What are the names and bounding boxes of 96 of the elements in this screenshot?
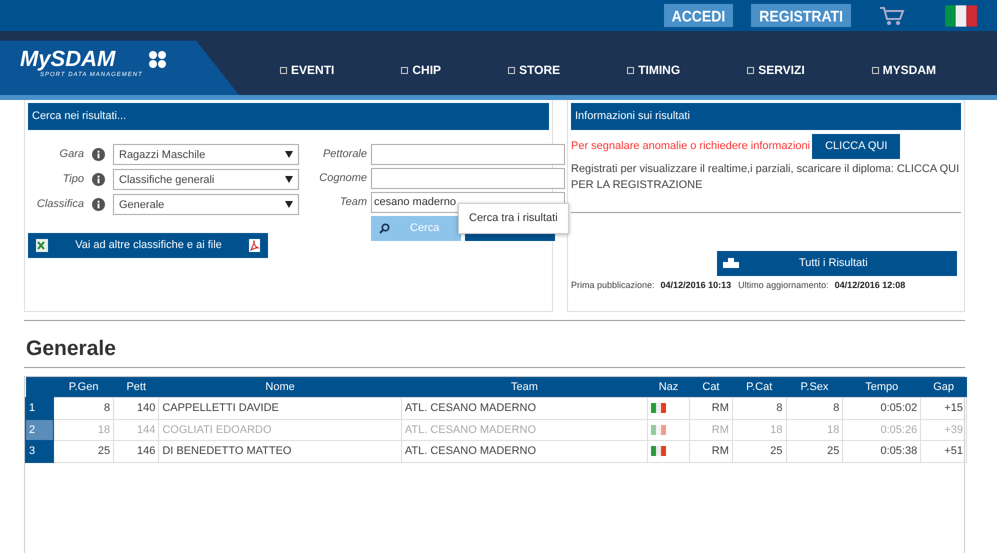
report-button[interactable]: CLICCA QUI bbox=[812, 134, 900, 158]
table-cell: 0:05:38 bbox=[842, 440, 921, 462]
nav-item[interactable]: STORE bbox=[502, 60, 566, 80]
column-header: Pett bbox=[114, 376, 159, 398]
nav-item[interactable]: TIMING bbox=[621, 60, 686, 80]
table-cell: 0:05:26 bbox=[842, 419, 921, 440]
panel-header: Informazioni sui risultati bbox=[571, 103, 961, 130]
table-cell: 0:05:02 bbox=[842, 398, 921, 419]
table-cell: DI BENEDETTO MATTEO bbox=[158, 440, 402, 462]
search-icon bbox=[379, 222, 390, 234]
cart-icon[interactable] bbox=[879, 6, 905, 26]
date-text: 04/12/2016 10:13 bbox=[660, 278, 732, 292]
field-label: Pettorale bbox=[322, 146, 367, 162]
column-header: Team bbox=[401, 376, 648, 398]
table-cell: 8 bbox=[54, 398, 114, 419]
field-label: Team bbox=[338, 194, 367, 210]
info-icon bbox=[92, 198, 105, 210]
field-label: Cognome bbox=[318, 170, 367, 186]
spreadsheet-icon bbox=[36, 238, 48, 252]
date-label: Prima pubblicazione: bbox=[571, 278, 655, 292]
select-field[interactable]: Ragazzi Maschile bbox=[113, 144, 299, 164]
table-cell: +15 bbox=[920, 398, 966, 419]
column-header: Naz bbox=[648, 376, 690, 398]
files-button[interactable]: Vai ad altre classifiche e ai file bbox=[28, 232, 268, 258]
table-cell: ATL. CESANO MADERNO bbox=[401, 398, 648, 419]
flag-icon[interactable] bbox=[945, 4, 977, 26]
nav-item[interactable]: CHIP bbox=[395, 60, 448, 80]
select-field[interactable]: Classifiche generali bbox=[113, 168, 299, 190]
checkbox-icon bbox=[747, 66, 754, 74]
checkbox-icon bbox=[627, 66, 634, 74]
table-row[interactable]: 1 8 140 CAPPELLETTI DAVIDE ATL. CESANO MADERNO RM 8 8 0:05:02 +15 bbox=[26, 398, 966, 419]
table-cell: RM bbox=[689, 398, 732, 419]
input-field[interactable] bbox=[371, 168, 565, 188]
date-label: Ultimo aggiornamento: bbox=[738, 278, 829, 292]
caret-icon bbox=[285, 200, 293, 208]
tooltip: Cerca tra i risultati bbox=[458, 203, 569, 234]
table-cell: ATL. CESANO MADERNO bbox=[401, 440, 648, 462]
select-field[interactable]: Generale bbox=[113, 194, 299, 214]
table-cell: 25 bbox=[786, 440, 843, 462]
field-label: Tipo bbox=[62, 172, 84, 187]
caret-icon bbox=[285, 176, 293, 182]
checkbox-icon bbox=[508, 66, 516, 74]
table-row[interactable]: 2 18 144 COGLIATI EDOARDO ATL. CESANO MADERNO RM 18 18 0:05:26 +39 bbox=[26, 419, 966, 440]
input-field[interactable] bbox=[371, 144, 565, 164]
report-text: Per segnalare anomalie o richiedere informazioni bbox=[571, 138, 810, 154]
column-header: Tempo bbox=[842, 376, 921, 398]
column-header: P.Cat bbox=[732, 376, 786, 398]
column-header: Nome bbox=[158, 376, 402, 398]
nav-item[interactable]: MYSDAM bbox=[866, 60, 942, 80]
info-icon bbox=[92, 148, 105, 160]
flag-icon bbox=[651, 446, 666, 456]
table-cell: 140 bbox=[114, 398, 159, 419]
flag-icon bbox=[651, 424, 666, 435]
all-results-button[interactable]: Tutti i Risultati bbox=[717, 250, 957, 276]
checkbox-icon bbox=[280, 66, 288, 74]
nav-item[interactable]: SERVIZI bbox=[741, 60, 811, 80]
field-label: Classifica bbox=[36, 196, 84, 212]
table-cell: 8 bbox=[732, 398, 786, 419]
column-header: Gap bbox=[920, 376, 966, 398]
table-cell: 18 bbox=[54, 419, 114, 440]
section-heading: Generale bbox=[26, 336, 117, 362]
checkbox-icon bbox=[401, 66, 408, 74]
field-label: Gara bbox=[58, 146, 84, 162]
date-text: 04/12/2016 12:08 bbox=[834, 278, 906, 292]
checkbox-icon bbox=[872, 66, 879, 74]
column-header: P.Gen bbox=[54, 376, 114, 398]
table-cell: 146 bbox=[114, 440, 159, 462]
logo[interactable]: MySDAM bbox=[20, 46, 116, 72]
caret-icon bbox=[285, 150, 293, 158]
panel-header: Cerca nei risultati... bbox=[28, 103, 549, 130]
table-cell: RM bbox=[689, 440, 732, 462]
table-cell: ATL. CESANO MADERNO bbox=[401, 419, 648, 440]
flag-icon bbox=[651, 403, 666, 414]
register-text: Registrati per visualizzare il realtime,i parziali, scaricare il diploma: CLICCA QUI PER LA REGISTRAZIONE bbox=[571, 162, 960, 193]
column-header: Cat bbox=[689, 376, 732, 398]
pdf-icon bbox=[248, 238, 260, 252]
row-number: 2 bbox=[26, 419, 54, 440]
table-row[interactable]: 3 25 146 DI BENEDETTO MATTEO ATL. CESANO MADERNO RM 25 25 0:05:38 +51 bbox=[26, 440, 966, 462]
table-cell: 18 bbox=[732, 419, 786, 440]
table-cell: 8 bbox=[786, 398, 843, 419]
table-cell: 25 bbox=[732, 440, 786, 462]
column-header: P.Sex bbox=[786, 376, 843, 398]
logo-mark-icon bbox=[146, 49, 169, 69]
table-cell: COGLIATI EDOARDO bbox=[158, 419, 402, 440]
table-cell: 25 bbox=[54, 440, 114, 462]
table-cell: 144 bbox=[114, 419, 159, 440]
table-cell: CAPPELLETTI DAVIDE bbox=[158, 398, 402, 419]
nav-item[interactable]: EVENTI bbox=[274, 60, 340, 80]
table-cell: +39 bbox=[920, 419, 966, 440]
podium-icon bbox=[723, 258, 739, 268]
table-cell: 18 bbox=[786, 419, 843, 440]
row-number: 3 bbox=[26, 440, 54, 462]
info-icon bbox=[92, 172, 105, 186]
row-number: 1 bbox=[26, 398, 54, 419]
table-cell: RM bbox=[689, 419, 732, 440]
table-cell: +51 bbox=[920, 440, 966, 462]
